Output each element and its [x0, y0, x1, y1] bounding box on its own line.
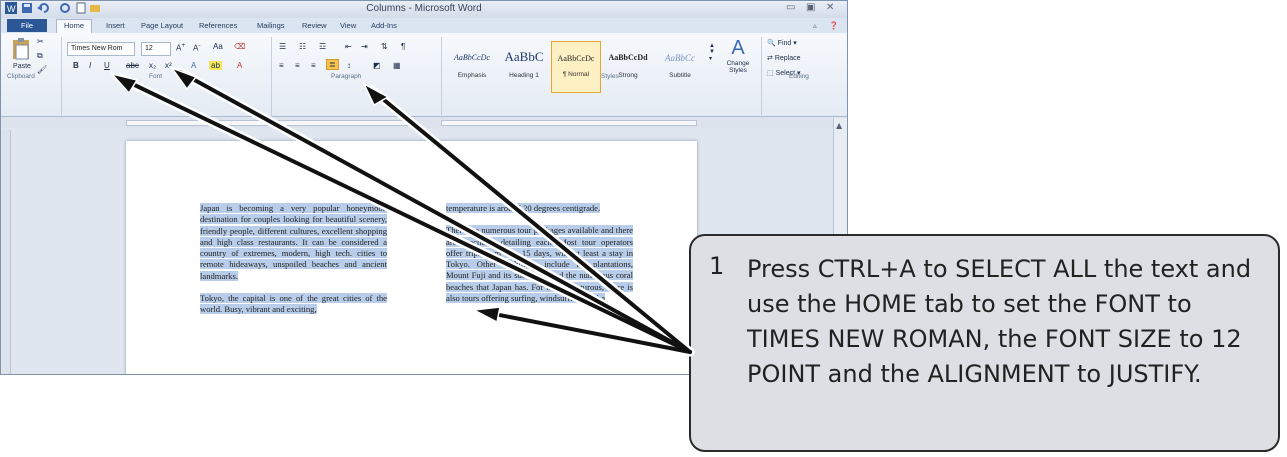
tab-file[interactable]: File — [7, 19, 47, 32]
font-name-box[interactable]: Times New Rom — [67, 42, 135, 56]
bold-icon[interactable]: B — [73, 61, 79, 70]
tab-references[interactable]: References — [199, 21, 237, 30]
column-2: temperature is around 20 degrees centigr… — [446, 203, 633, 315]
group-label-editing: Editing — [789, 73, 809, 80]
increase-indent-icon[interactable]: ⇥ — [361, 42, 368, 51]
format-painter-icon[interactable]: 🖌 — [37, 65, 47, 74]
minimize-button[interactable]: ▭ — [786, 2, 795, 13]
divider — [441, 37, 442, 121]
tab-view[interactable]: View — [340, 21, 356, 30]
divider — [271, 37, 272, 121]
change-case-icon[interactable]: Aa — [213, 42, 223, 51]
scroll-up-icon[interactable]: ▲ — [836, 121, 842, 130]
horizontal-ruler[interactable] — [1, 118, 847, 128]
strikethrough-icon[interactable]: abc — [126, 61, 139, 70]
align-center-icon[interactable]: ≡ — [295, 61, 300, 70]
align-left-icon[interactable]: ≡ — [279, 61, 284, 70]
line-spacing-icon[interactable]: ↕ — [347, 61, 351, 70]
borders-icon[interactable]: ▦ — [393, 61, 401, 70]
divider — [761, 37, 762, 121]
text-effects-icon[interactable]: A — [191, 61, 196, 70]
instruction-text: Press CTRL+A to SELECT ALL the text and … — [747, 255, 1252, 388]
style-emphasis[interactable]: AaBbCcDc Emphasis — [447, 41, 497, 93]
document-page[interactable]: Japan is becoming a very popular honeymo… — [126, 141, 697, 374]
font-size-box[interactable]: 12 — [141, 42, 171, 56]
style-normal[interactable]: AaBbCcDc ¶ Normal — [551, 41, 601, 93]
show-formatting-icon[interactable]: ¶ — [401, 42, 405, 51]
superscript-icon[interactable]: x² — [165, 61, 172, 70]
select-icon: ⬚ — [767, 70, 774, 77]
vertical-ruler[interactable] — [1, 130, 11, 374]
style-heading-1[interactable]: AaBbC Heading 1 — [499, 41, 549, 93]
change-styles-button[interactable]: A Change Styles — [723, 37, 753, 74]
tab-review[interactable]: Review — [302, 21, 327, 30]
paragraph: Tokyo, the capital is one of the great c… — [200, 293, 387, 315]
group-label-font: Font — [149, 73, 163, 80]
style-strong[interactable]: AaBbCcDd Strong — [603, 41, 653, 93]
underline-icon[interactable]: U — [104, 61, 110, 70]
tab-add-ins[interactable]: Add-Ins — [371, 21, 397, 30]
close-button[interactable]: ✕ — [826, 2, 834, 13]
tab-insert[interactable]: Insert — [106, 21, 125, 30]
highlight-icon[interactable]: ab — [209, 61, 222, 70]
styles-scroll-icon[interactable]: ▲ ▼ ▾ — [709, 43, 715, 62]
shrink-font-icon[interactable]: A- — [193, 42, 201, 53]
group-label-paragraph: Paragraph — [331, 73, 362, 80]
sort-icon[interactable]: ⇅ — [381, 42, 388, 51]
copy-icon[interactable]: ⧉ — [37, 51, 43, 61]
ribbon-tabs: File Home Insert Page Layout References … — [1, 18, 847, 33]
numbering-icon[interactable]: ☷ — [299, 42, 306, 51]
paragraph: temperature is around 20 degrees centigr… — [446, 203, 601, 213]
find-button[interactable]: 🔍 Find ▾ — [767, 39, 797, 47]
bullets-icon[interactable]: ☰ — [279, 42, 286, 51]
step-number: 1 — [709, 252, 725, 280]
ruler-column-1 — [126, 120, 412, 126]
style-subtitle[interactable]: AaBbCc Subtitle — [655, 41, 705, 93]
ruler-column-2 — [441, 120, 697, 126]
align-right-icon[interactable]: ≡ — [311, 61, 316, 70]
replace-button[interactable]: ⇄ Replace — [767, 54, 801, 62]
binoculars-icon: 🔍 — [767, 40, 776, 47]
cut-icon[interactable]: ✂ — [37, 37, 44, 46]
paragraph: There are numerous tour packages availab… — [446, 225, 633, 304]
subscript-icon[interactable]: x₂ — [149, 61, 156, 70]
tab-page-layout[interactable]: Page Layout — [141, 21, 183, 30]
minimize-ribbon-icon[interactable]: ▵ — [813, 21, 817, 30]
paragraph: Japan is becoming a very popular honeymo… — [200, 203, 387, 281]
clear-formatting-icon[interactable]: ⌫ — [234, 42, 245, 51]
multilevel-list-icon[interactable]: ☲ — [319, 42, 326, 51]
help-icon[interactable]: ❓ — [829, 21, 838, 30]
window-title: Columns - Microsoft Word — [366, 3, 482, 14]
column-1: Japan is becoming a very popular honeymo… — [200, 203, 387, 327]
change-styles-icon: A — [731, 37, 745, 59]
decrease-indent-icon[interactable]: ⇤ — [345, 42, 352, 51]
group-label-styles: Styles — [601, 73, 619, 80]
tab-mailings[interactable]: Mailings — [257, 21, 285, 30]
restore-button[interactable]: ▣ — [806, 2, 815, 13]
instruction-callout: 1 Press CTRL+A to SELECT ALL the text an… — [689, 234, 1280, 452]
group-label-clipboard: Clipboard — [7, 73, 35, 80]
italic-icon[interactable]: I — [89, 61, 91, 70]
divider — [61, 37, 62, 121]
shading-icon[interactable]: ◩ — [373, 61, 381, 70]
tab-home[interactable]: Home — [56, 19, 92, 33]
ribbon: Paste ✂ ⧉ 🖌 Clipboard Times New Rom 12 A… — [1, 33, 847, 121]
font-color-icon[interactable]: A — [237, 61, 242, 70]
replace-icon: ⇄ — [767, 55, 773, 62]
justify-icon[interactable]: ≣ — [326, 59, 339, 70]
title-bar: W Columns - Microsoft Word ▭ ▣ ✕ — [1, 1, 847, 18]
grow-font-icon[interactable]: A+ — [176, 42, 185, 53]
